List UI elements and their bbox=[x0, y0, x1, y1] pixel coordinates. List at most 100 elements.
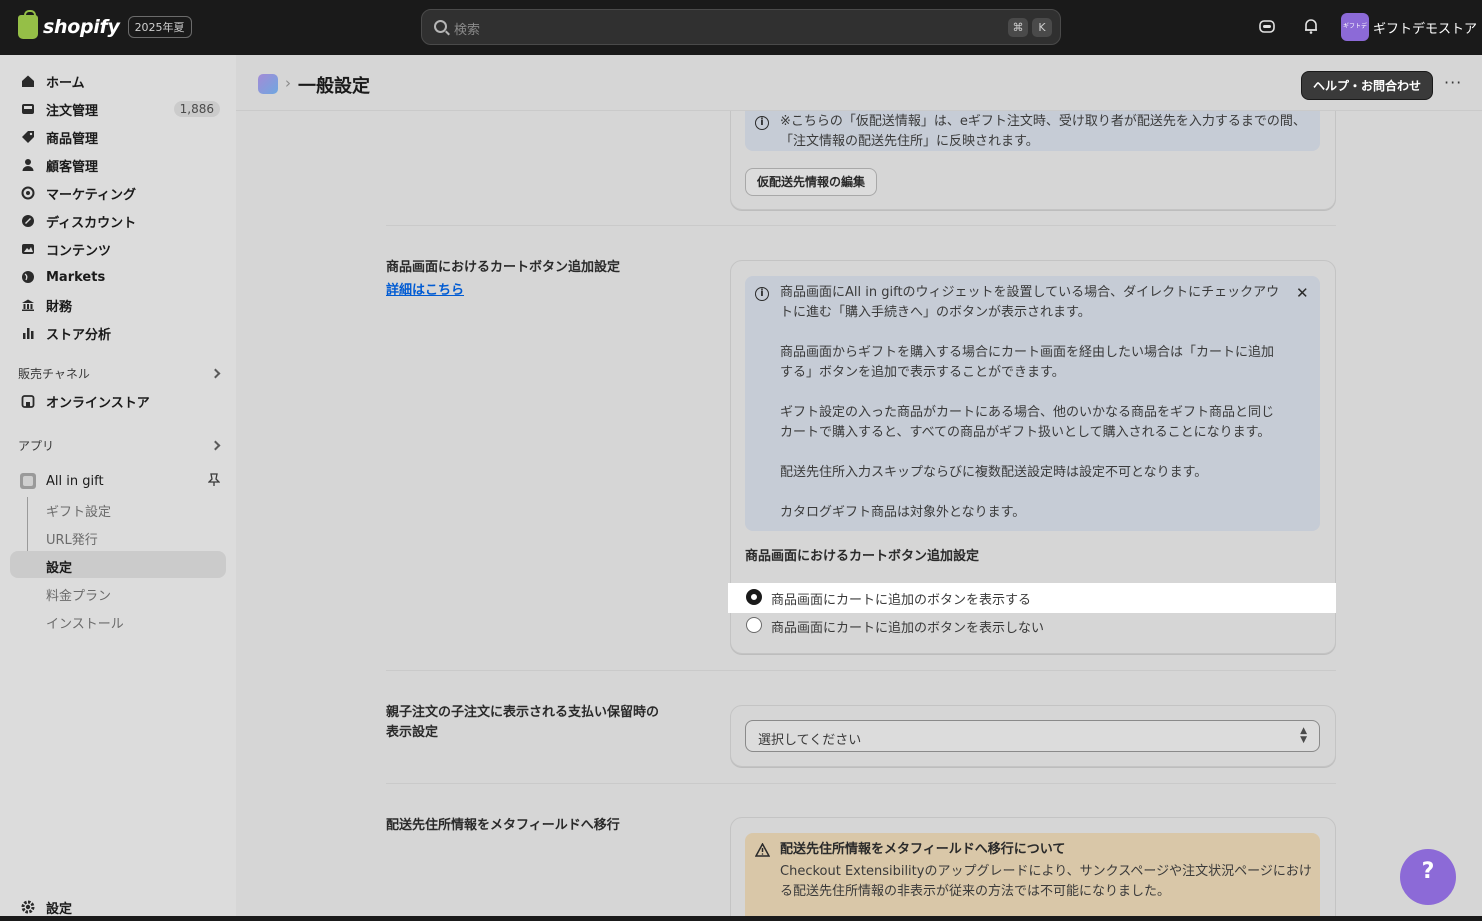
sales-channels-heading[interactable]: 販売チャネル bbox=[18, 365, 90, 382]
radio-hide-label[interactable]: 商品画面にカートに追加のボタンを表示しない bbox=[771, 617, 1044, 636]
sidebar-item-label: 注文管理 bbox=[46, 103, 99, 119]
sidebar-item-analytics[interactable]: ストア分析 bbox=[10, 319, 226, 347]
radio-show-cart-button[interactable] bbox=[746, 589, 762, 605]
sidebar-item-label: ディスカウント bbox=[46, 215, 137, 231]
person-icon bbox=[20, 157, 36, 173]
sidekick-icon[interactable] bbox=[1257, 17, 1277, 37]
banner-text: ※こちらの「仮配送情報」は、eギフト注文時、受け取り者が配送先を入力するまでの間… bbox=[780, 114, 1306, 129]
sidebar-item-label: コンテンツ bbox=[46, 243, 112, 259]
shopify-logo[interactable]: shopify 2025年夏 bbox=[18, 10, 192, 39]
warning-icon bbox=[754, 842, 771, 861]
radio-show-label[interactable]: 商品画面にカートに追加のボタンを表示する bbox=[771, 589, 1031, 608]
banner-text: 「注文情報の配送先住所」に反映されます。 bbox=[780, 134, 1039, 149]
edition-badge[interactable]: 2025年夏 bbox=[127, 16, 192, 38]
page-header: › 一般設定 ヘルプ・お問合わせ ··· bbox=[236, 55, 1482, 111]
inbox-icon bbox=[20, 101, 36, 117]
sidebar-subitem-pricing[interactable]: 料金プラン bbox=[46, 585, 111, 604]
help-chat-button[interactable] bbox=[1400, 849, 1456, 905]
bell-icon[interactable] bbox=[1301, 17, 1321, 37]
page-title: 一般設定 bbox=[298, 76, 370, 97]
radio-hide-cart-button[interactable] bbox=[746, 617, 762, 633]
k-key-hint: K bbox=[1032, 18, 1052, 37]
details-link[interactable]: 詳細はこちら bbox=[386, 279, 464, 298]
pin-icon[interactable] bbox=[207, 473, 221, 491]
info-line: カタログギフト商品は対象外となります。 bbox=[780, 505, 1026, 520]
payment-hold-label-2: 表示設定 bbox=[386, 725, 439, 740]
sidebar-item-settings[interactable]: 設定 bbox=[10, 893, 226, 921]
chevron-right-icon[interactable] bbox=[210, 368, 221, 379]
tag-icon bbox=[20, 129, 36, 145]
info-line: ギフト設定の入った商品がカートにある場合、他のいかなる商品をギフト商品と同じ bbox=[780, 405, 1275, 420]
warning-text: る配送先住所情報の非表示が従来の方法では不可能になりました。 bbox=[780, 884, 1171, 899]
section-divider bbox=[386, 225, 1336, 226]
top-bar: shopify 2025年夏 検索 ⌘ K ギフトデモ ギフトデモストア bbox=[0, 0, 1482, 55]
info-icon: i bbox=[755, 116, 769, 130]
sidebar-item-content[interactable]: コンテンツ bbox=[10, 235, 226, 263]
sidebar-item-label: オンラインストア bbox=[46, 395, 150, 411]
search-placeholder: 検索 bbox=[454, 23, 481, 38]
sidebar-item-online-store[interactable]: オンラインストア bbox=[10, 387, 226, 415]
logo-text: shopify bbox=[43, 16, 120, 38]
gear-icon bbox=[20, 899, 36, 915]
payment-hold-label: 親子注文の子注文に表示される支払い保留時の bbox=[386, 705, 660, 720]
store-menu[interactable]: ギフトデモ ギフトデモストア bbox=[1341, 13, 1477, 41]
warning-text: Checkout Extensibilityのアップグレードにより、サンクスペー… bbox=[780, 864, 1312, 879]
chart-icon bbox=[20, 325, 36, 341]
info-line: 配送先住所入力スキップならびに複数配送設定時は設定不可となります。 bbox=[780, 465, 1208, 480]
orders-count-badge: 1,886 bbox=[173, 101, 220, 117]
search-input[interactable]: 検索 ⌘ K bbox=[421, 9, 1061, 45]
metafield-warning-banner: 配送先住所情報をメタフィールドへ移行について Checkout Extensib… bbox=[745, 833, 1320, 916]
sidebar-subitem-install[interactable]: インストール bbox=[46, 613, 124, 632]
warning-title: 配送先住所情報をメタフィールドへ移行について bbox=[780, 842, 1066, 857]
payment-hold-select[interactable]: 選択してください ▲ ▼ bbox=[745, 720, 1320, 752]
sidebar-subitem-gift-settings[interactable]: ギフト設定 bbox=[46, 501, 111, 520]
target-icon bbox=[20, 185, 36, 201]
discount-icon bbox=[20, 213, 36, 229]
help-contact-button[interactable]: ヘルプ・お問合わせ bbox=[1301, 71, 1434, 100]
sidebar-subitem-url[interactable]: URL発行 bbox=[46, 529, 98, 548]
sidebar-item-orders[interactable]: 注文管理 1,886 bbox=[10, 95, 226, 123]
cart-info-banner: i 商品画面にAll in giftのウィジェットを設置している場合、ダイレクト… bbox=[745, 276, 1320, 531]
info-line: カートで購入すると、すべての商品がギフト扱いとして購入されることになります。 bbox=[780, 425, 1271, 440]
sidebar-subitem-settings[interactable]: 設定 bbox=[46, 557, 72, 576]
store-name: ギフトデモストア bbox=[1373, 21, 1478, 37]
app-icon bbox=[20, 473, 36, 489]
close-icon[interactable]: ✕ bbox=[1296, 284, 1309, 302]
select-arrows-icon: ▲ ▼ bbox=[1300, 726, 1307, 745]
section-divider bbox=[386, 670, 1336, 671]
sidebar-item-label: マーケティング bbox=[46, 187, 136, 203]
sidebar-item-marketing[interactable]: マーケティング bbox=[10, 179, 226, 207]
info-line: する」ボタンを追加で表示することができます。 bbox=[780, 365, 1065, 380]
apps-heading[interactable]: アプリ bbox=[18, 437, 54, 454]
info-icon: i bbox=[755, 287, 769, 301]
sidebar-item-finance[interactable]: 財務 bbox=[10, 291, 226, 319]
sidebar-item-label: All in gift bbox=[46, 473, 104, 489]
store-icon bbox=[20, 393, 36, 409]
chevron-right-icon[interactable] bbox=[210, 440, 221, 451]
command-key-hint: ⌘ bbox=[1008, 18, 1028, 37]
search-icon bbox=[434, 20, 447, 33]
sidebar-item-label: 設定 bbox=[46, 901, 73, 917]
main-content: › 一般設定 ヘルプ・お問合わせ ··· i ※こちらの「仮配送情報」は、eギフ… bbox=[236, 55, 1482, 916]
sidebar-item-label: 顧客管理 bbox=[46, 159, 99, 175]
info-line: 商品画面にAll in giftのウィジェットを設置している場合、ダイレクトにチ… bbox=[780, 285, 1280, 300]
more-actions-icon[interactable]: ··· bbox=[1444, 73, 1462, 92]
sidebar-item-all-in-gift[interactable]: All in gift bbox=[10, 467, 226, 495]
edit-temp-address-button[interactable]: 仮配送先情報の編集 bbox=[745, 168, 878, 196]
sidebar-item-customers[interactable]: 顧客管理 bbox=[10, 151, 226, 179]
sidebar-item-label: ストア分析 bbox=[46, 327, 112, 343]
sidebar-item-label: 財務 bbox=[46, 299, 73, 315]
shopify-bag-icon bbox=[18, 10, 38, 39]
sidebar-item-home[interactable]: ホーム bbox=[10, 67, 226, 95]
sidebar-subitem-active-bg bbox=[10, 551, 226, 578]
globe-icon bbox=[20, 269, 36, 285]
sidebar-item-products[interactable]: 商品管理 bbox=[10, 123, 226, 151]
info-line: トに進む「購入手続きへ」のボタンが表示されます。 bbox=[780, 305, 1091, 320]
breadcrumb-separator: › bbox=[285, 74, 291, 92]
sidebar-item-markets[interactable]: Markets bbox=[10, 263, 226, 291]
all-in-gift-logo[interactable] bbox=[258, 74, 278, 94]
select-placeholder: 選択してください bbox=[758, 733, 862, 748]
store-avatar: ギフトデモ bbox=[1341, 13, 1369, 41]
sidebar-item-discounts[interactable]: ディスカウント bbox=[10, 207, 226, 235]
section-divider bbox=[386, 783, 1336, 784]
